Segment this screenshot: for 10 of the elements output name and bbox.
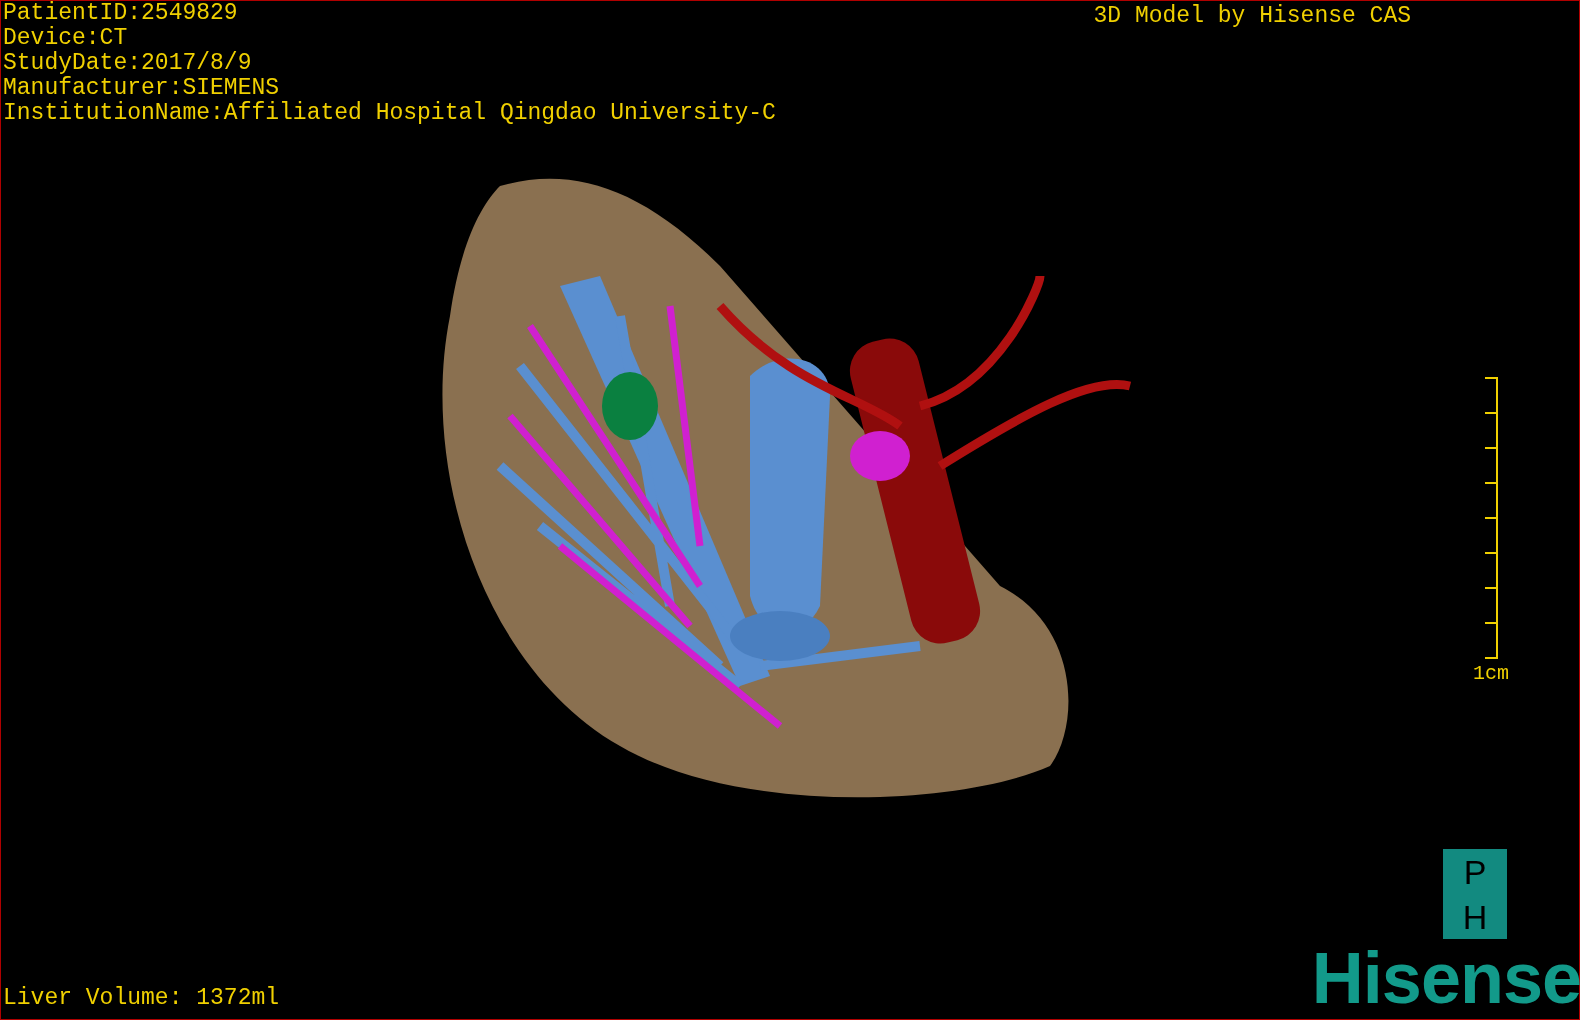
badge-letter: P xyxy=(1463,854,1487,889)
volume-readout: Liver Volume: 1372ml xyxy=(3,985,280,1011)
info-line: StudyDate:2017/8/9 xyxy=(3,51,253,76)
info-line: Device:CT xyxy=(3,26,129,51)
info-line: InstitutionName:Affiliated Hospital Qingdao University-C xyxy=(3,101,776,126)
viewer-title: 3D Model by Hisense CAS xyxy=(1093,2,1411,31)
scale-label: 1cm xyxy=(1473,662,1509,685)
badge-letter: H xyxy=(1462,899,1488,934)
info-line: PatientID:2549829 xyxy=(3,1,239,26)
info-line: Manufacturer:SIEMENS xyxy=(3,76,281,101)
